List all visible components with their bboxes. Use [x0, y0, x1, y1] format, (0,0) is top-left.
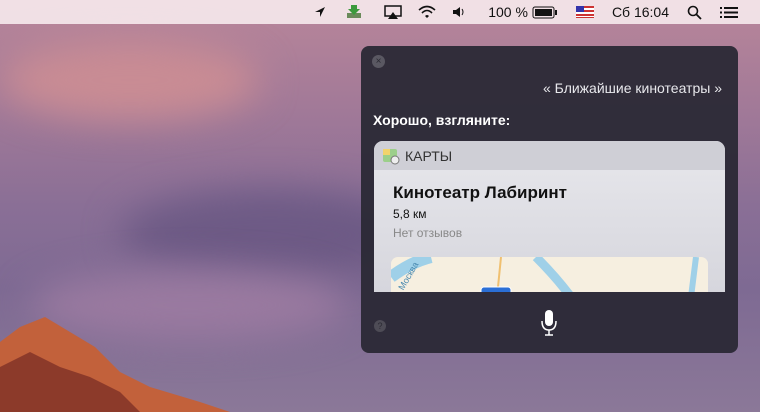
mountain-image [0, 317, 230, 412]
place-name[interactable]: Кинотеатр Лабиринт [393, 183, 567, 203]
battery-icon[interactable] [532, 6, 558, 19]
help-button[interactable]: ? [374, 320, 386, 332]
siri-panel: × « Ближайшие кинотеатры » Хорошо, взгля… [361, 46, 738, 353]
spotlight-search-icon[interactable] [687, 5, 702, 20]
microphone-button[interactable] [541, 309, 557, 342]
microphone-icon [541, 310, 557, 336]
siri-query: « Ближайшие кинотеатры » [542, 80, 722, 96]
close-button[interactable]: × [372, 55, 385, 68]
map-preview[interactable]: Москва [391, 257, 708, 292]
volume-icon[interactable] [452, 6, 466, 18]
clock[interactable]: Сб 16:04 [612, 4, 669, 20]
wifi-icon[interactable] [418, 5, 436, 19]
card-app-name: КАРТЫ [405, 147, 453, 164]
location-icon[interactable] [314, 6, 326, 18]
us-flag-icon[interactable] [575, 6, 594, 18]
battery-percent[interactable]: 100 % [488, 4, 528, 20]
maps-app-icon [383, 148, 400, 164]
maps-result-card[interactable]: КАРТЫ Кинотеатр Лабиринт 5,8 км Нет отзы… [374, 141, 725, 292]
notification-center-icon[interactable] [720, 6, 738, 19]
place-distance: 5,8 км [393, 207, 427, 221]
siri-answer: Хорошо, взгляните: [373, 112, 511, 128]
download-icon[interactable] [346, 5, 362, 19]
cloud [0, 40, 260, 120]
airplay-icon[interactable] [384, 5, 402, 19]
place-reviews: Нет отзывов [393, 226, 463, 240]
card-header: КАРТЫ [374, 141, 725, 170]
menu-bar: 100 % Сб 16:04 [0, 0, 760, 24]
